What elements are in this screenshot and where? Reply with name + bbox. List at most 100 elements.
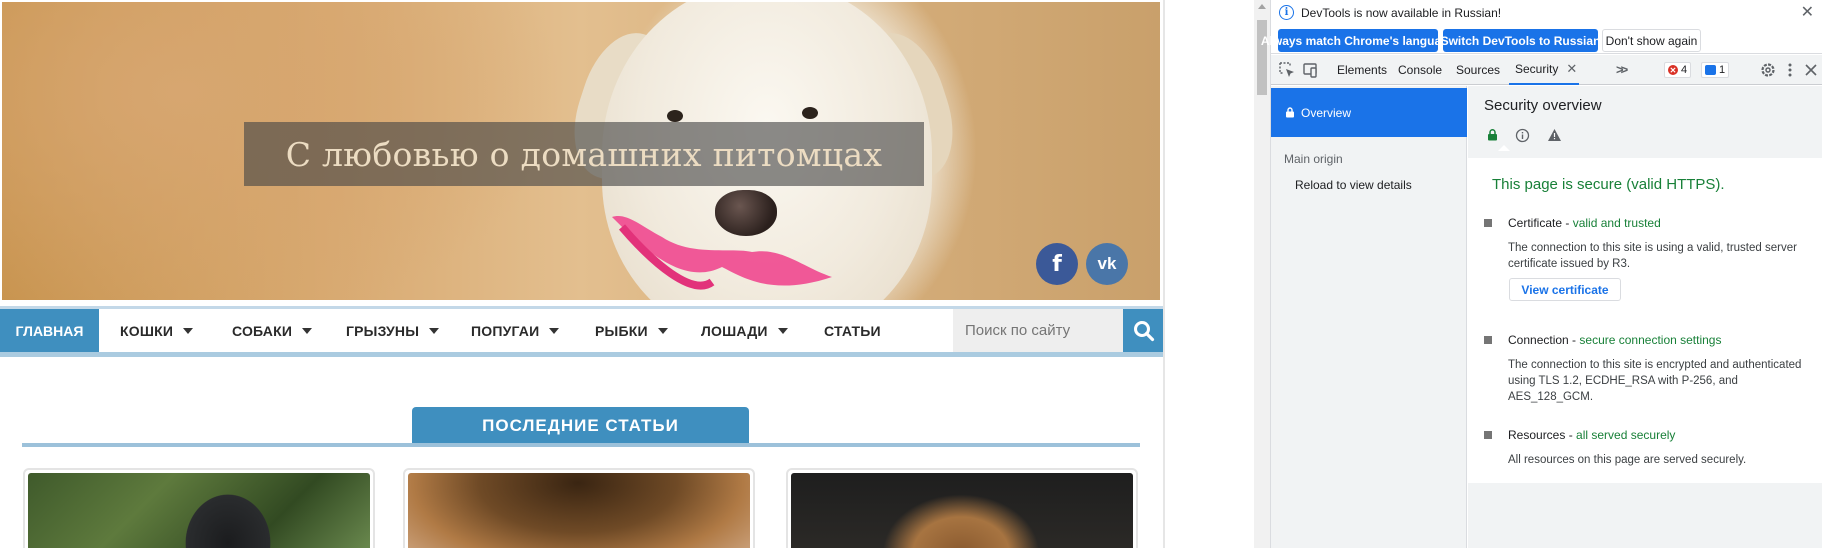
connection-line: Connection - secure connection settings [1508, 333, 1722, 347]
devtools-scrollbar[interactable] [1254, 0, 1271, 548]
security-summary: This page is secure (valid HTTPS). [1492, 176, 1725, 193]
resources-label: Resources [1508, 428, 1566, 442]
errors-badge[interactable]: ✕ 4 [1664, 62, 1692, 78]
kebab-menu-icon[interactable] [1781, 61, 1799, 79]
view-certificate-button[interactable]: View certificate [1509, 278, 1621, 301]
tab-sources[interactable]: Sources [1456, 55, 1500, 85]
article-card[interactable] [786, 468, 1138, 548]
search-icon [1134, 320, 1155, 341]
close-devtools-icon[interactable] [1802, 61, 1820, 79]
caret-down-icon [657, 327, 668, 334]
scrollbar-thumb[interactable] [1257, 20, 1267, 95]
nav-item-rodents[interactable]: ГРЫЗУНЫ [346, 309, 440, 352]
match-language-button[interactable]: Always match Chrome's language [1261, 29, 1455, 52]
article-card[interactable] [23, 468, 375, 548]
tab-security-label: Security [1515, 62, 1559, 76]
resources-section: Resources - all served securely All reso… [1484, 428, 1814, 478]
nav-item-articles[interactable]: СТАТЬИ [824, 309, 881, 352]
secure-lock-icon [1484, 127, 1510, 151]
certificate-status: valid and trusted [1572, 216, 1661, 230]
info-icon [1514, 127, 1530, 143]
nav-item-label: СТАТЬИ [824, 322, 881, 339]
nav-item-label: ПОПУГАИ [471, 322, 540, 339]
article-thumbnail [408, 473, 750, 548]
close-tab-icon[interactable]: ✕ [1566, 61, 1577, 77]
article-thumbnail [28, 473, 370, 548]
article-card[interactable] [403, 468, 755, 548]
page-title: Security overview [1484, 97, 1602, 114]
inspect-element-icon[interactable] [1278, 61, 1296, 79]
nav-item-label: ГРЫЗУНЫ [346, 322, 420, 339]
main-nav: ГЛАВНАЯ КОШКИ СОБАКИ ГРЫЗУНЫ ПОПУГАИ РЫБ… [0, 306, 1165, 357]
blank-area [1165, 0, 1254, 548]
tab-security[interactable]: Security ✕ [1509, 55, 1580, 85]
search-input[interactable] [953, 309, 1123, 352]
nav-item-home[interactable]: ГЛАВНАЯ [0, 309, 99, 352]
divider [22, 443, 1140, 447]
hero-title-box: С любовью о домашних питомцах [244, 122, 924, 186]
tab-elements[interactable]: Elements [1337, 55, 1387, 85]
facebook-icon[interactable]: f [1036, 243, 1078, 285]
nav-item-label: СОБАКИ [232, 322, 293, 339]
sidebar-item-reload: Reload to view details [1295, 178, 1412, 192]
messages-count: 1 [1719, 64, 1726, 76]
vk-icon[interactable]: vk [1086, 243, 1128, 285]
more-tabs-icon[interactable]: >> [1616, 62, 1628, 77]
caret-down-icon [302, 327, 313, 334]
sidebar-item-label: Overview [1301, 105, 1352, 120]
latest-articles-heading: ПОСЛЕДНИЕ СТАТЬИ [412, 407, 749, 445]
devtools-main: i DevTools is now available in Russian! … [1261, 0, 1822, 548]
puppy-image-eye [667, 110, 683, 122]
sidebar-item-overview[interactable]: Overview [1271, 88, 1467, 137]
error-icon: ✕ [1668, 65, 1678, 75]
messages-badge[interactable]: 1 [1701, 62, 1730, 78]
security-details: This page is secure (valid HTTPS). Certi… [1468, 158, 1822, 483]
scroll-up-icon[interactable] [1258, 4, 1266, 9]
warning-icon [1546, 127, 1562, 143]
devtools-panel: i DevTools is now available in Russian! … [1254, 0, 1822, 548]
nav-item-label: КОШКИ [120, 322, 174, 339]
bullet-icon [1484, 219, 1492, 227]
nav-item-cats[interactable]: КОШКИ [120, 309, 194, 352]
security-overview-header: Security overview [1468, 86, 1822, 158]
switch-language-button[interactable]: Switch DevTools to Russian [1441, 29, 1600, 52]
nav-item-label: ЛОШАДИ [701, 322, 768, 339]
puppy-image-eye [802, 107, 818, 119]
caret-down-icon [183, 327, 194, 334]
nav-item-fish[interactable]: РЫБКИ [595, 309, 668, 352]
caret-down-icon [549, 327, 560, 334]
sidebar-section-main-origin: Main origin [1284, 152, 1343, 166]
gear-icon[interactable] [1759, 61, 1777, 79]
certificate-section: Certificate - valid and trusted The conn… [1484, 216, 1814, 306]
hero-banner: С любовью о домашних питомцах f vk [2, 2, 1160, 300]
nav-item-dogs[interactable]: СОБАКИ [232, 309, 313, 352]
resources-status: all served securely [1576, 428, 1676, 442]
caret-down-icon [429, 327, 440, 334]
article-thumbnail [791, 473, 1133, 548]
search-button[interactable] [1123, 309, 1165, 352]
nav-item-parrots[interactable]: ПОПУГАИ [471, 309, 560, 352]
close-icon[interactable]: ✕ [1801, 2, 1814, 22]
certificate-description: The connection to this site is using a v… [1508, 242, 1797, 270]
caret-down-icon [777, 327, 788, 334]
language-infobar: i DevTools is now available in Russian! … [1261, 0, 1822, 54]
infobar-text: DevTools is now available in Russian! [1301, 6, 1502, 20]
bullet-icon [1484, 431, 1492, 439]
lock-icon [1286, 107, 1294, 118]
security-sidebar: Overview Main origin Reload to view deta… [1271, 86, 1467, 548]
security-overview-panel: Security overview This page is secure (v… [1468, 86, 1822, 548]
certificate-label: Certificate [1508, 216, 1563, 230]
devtools-tabbar: Elements Console Sources Security ✕ >> ✕… [1271, 55, 1822, 85]
puppy-image-bow [612, 216, 832, 290]
nav-item-label: РЫБКИ [595, 322, 648, 339]
device-toolbar-icon[interactable] [1301, 61, 1319, 79]
website-viewport: С любовью о домашних питомцах f vk ГЛАВН… [0, 0, 1165, 548]
message-icon [1705, 65, 1716, 75]
site-title: С любовью о домашних питомцах [285, 134, 883, 174]
dont-show-again-button[interactable]: Don't show again [1602, 29, 1701, 52]
tab-console[interactable]: Console [1398, 55, 1442, 85]
certificate-line: Certificate - valid and trusted [1508, 216, 1661, 230]
resources-description: All resources on this page are served se… [1508, 454, 1747, 466]
info-icon: i [1279, 5, 1294, 20]
nav-item-horses[interactable]: ЛОШАДИ [701, 309, 788, 352]
